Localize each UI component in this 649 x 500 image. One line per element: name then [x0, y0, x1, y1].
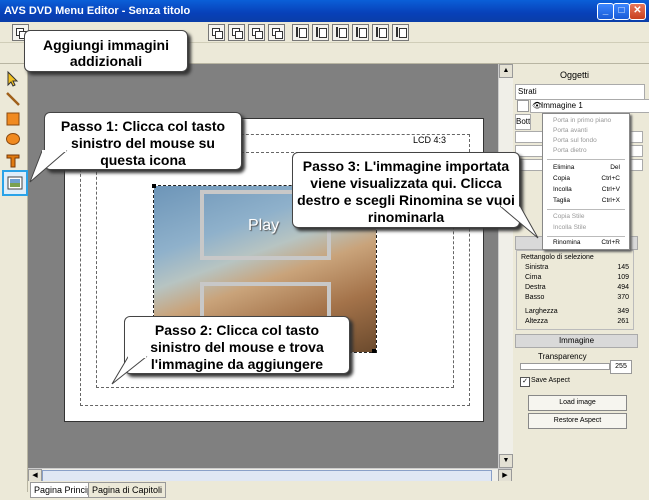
align-right-icon[interactable]: [332, 24, 349, 41]
save-aspect-checkbox[interactable]: ✓: [520, 377, 530, 387]
restore-aspect-button[interactable]: Restore Aspect: [528, 413, 627, 429]
text-icon[interactable]: [4, 152, 22, 170]
close-button[interactable]: ✕: [629, 3, 646, 20]
resize-handle-tl[interactable]: [152, 184, 156, 188]
menu-item-copia-stile[interactable]: Copia Stile: [553, 213, 626, 220]
arrow-cursor-icon[interactable]: [4, 70, 22, 88]
tools-panel: [0, 64, 28, 492]
menu-item-send-back[interactable]: Porta sul fondo: [553, 137, 626, 144]
page-tabs: Pagina Principale Pagina di Capitoli: [28, 481, 512, 500]
menu-item-copia[interactable]: Copia Ctrl+C: [553, 175, 626, 182]
window-title: AVS DVD Menu Editor - Senza titolo: [4, 5, 191, 17]
callout-step2: Passo 2: Clicca col tasto sinistro del m…: [124, 316, 350, 374]
rect-section-title: Rettangolo di selezione: [521, 254, 594, 261]
maximize-button[interactable]: □: [613, 3, 630, 20]
minimize-button[interactable]: _: [597, 3, 614, 20]
rect-row: Cima 109: [525, 274, 629, 281]
rect-row: Destra 494: [525, 284, 629, 291]
line-icon[interactable]: [4, 90, 22, 108]
rect-row: Larghezza 349: [525, 308, 629, 315]
menu-item-incolla-stile[interactable]: Incolla Stile: [553, 224, 626, 231]
horizontal-scrollbar[interactable]: ◀ ▶: [28, 468, 512, 483]
scroll-up-icon[interactable]: ▲: [499, 64, 513, 78]
rectangle-icon[interactable]: [4, 110, 22, 128]
aspect-label: LCD 4:3: [413, 135, 447, 145]
bring-front-icon[interactable]: [208, 24, 225, 41]
menu-item-bring-front[interactable]: Porta in primo piano: [553, 117, 626, 124]
callout-step1-pointer: [29, 150, 68, 183]
send-back-icon[interactable]: [268, 24, 285, 41]
play-button-label[interactable]: Play: [248, 217, 279, 235]
layer-item-immagine[interactable]: Immagine 1: [530, 99, 649, 113]
callout-step3-pointer: [500, 205, 539, 239]
resize-handle-br[interactable]: [372, 349, 376, 353]
menu-item-incolla[interactable]: Incolla Ctrl+V: [553, 186, 626, 193]
menu-item-bring-forward[interactable]: Porta avanti: [553, 127, 626, 134]
context-menu: Porta in primo piano Porta avanti Porta …: [542, 113, 630, 250]
load-image-button[interactable]: Load image: [528, 395, 627, 411]
callout-add-images: Aggiungi immagini addizionali: [24, 30, 188, 72]
tree-expander[interactable]: [517, 100, 529, 112]
menu-separator: [547, 159, 625, 160]
menu-separator: [547, 236, 625, 237]
image-tool-button[interactable]: [2, 170, 28, 196]
transparency-label: Transparency: [538, 352, 587, 361]
buttons-header[interactable]: Bottoni: [515, 114, 531, 130]
selection-rect-panel: Rettangolo di selezione Sinistra 145 Cima…: [516, 250, 634, 330]
image-section-header[interactable]: Immagine: [515, 334, 638, 348]
ellipse-icon[interactable]: [4, 130, 22, 148]
menu-item-elimina[interactable]: Elimina Del: [553, 164, 626, 171]
align-top-icon[interactable]: [352, 24, 369, 41]
layers-header[interactable]: Strati: [515, 84, 645, 100]
rect-row: Basso 370: [525, 294, 629, 301]
align-left-icon[interactable]: [292, 24, 309, 41]
align-bottom-icon[interactable]: [392, 24, 409, 41]
align-center-icon[interactable]: [312, 24, 329, 41]
bring-forward-icon[interactable]: [228, 24, 245, 41]
tab-pagina-capitoli[interactable]: Pagina di Capitoli: [88, 482, 167, 498]
menu-item-send-backward[interactable]: Porta dietro: [553, 147, 626, 154]
eye-icon[interactable]: 👁: [532, 101, 542, 110]
vertical-scrollbar[interactable]: ▲ ▼: [498, 64, 513, 468]
layer-item-label: Immagine 1: [541, 101, 583, 110]
callout-step1: Passo 1: Clicca col tasto sinistro del m…: [44, 112, 242, 170]
menu-separator: [547, 209, 625, 210]
image-icon: [7, 176, 23, 190]
save-aspect-label: Save Aspect: [531, 377, 570, 384]
align-middle-icon[interactable]: [372, 24, 389, 41]
transparency-value-field[interactable]: 255: [610, 360, 632, 374]
callout-step3: Passo 3: L'immagine importata viene visu…: [292, 152, 520, 228]
transparency-slider[interactable]: [520, 363, 610, 370]
title-bar: AVS DVD Menu Editor - Senza titolo _ □ ✕: [0, 0, 649, 22]
scroll-down-icon[interactable]: ▼: [499, 454, 513, 468]
menu-item-rinomina[interactable]: Rinomina Ctrl+R: [553, 239, 626, 246]
callout-step2-pointer: [111, 356, 148, 385]
send-backward-icon[interactable]: [248, 24, 265, 41]
rect-row: Altezza 261: [525, 318, 629, 325]
rect-row: Sinistra 145: [525, 264, 629, 271]
menu-item-taglia[interactable]: Taglia Ctrl+X: [553, 197, 626, 204]
objects-title: Oggetti: [559, 70, 590, 80]
